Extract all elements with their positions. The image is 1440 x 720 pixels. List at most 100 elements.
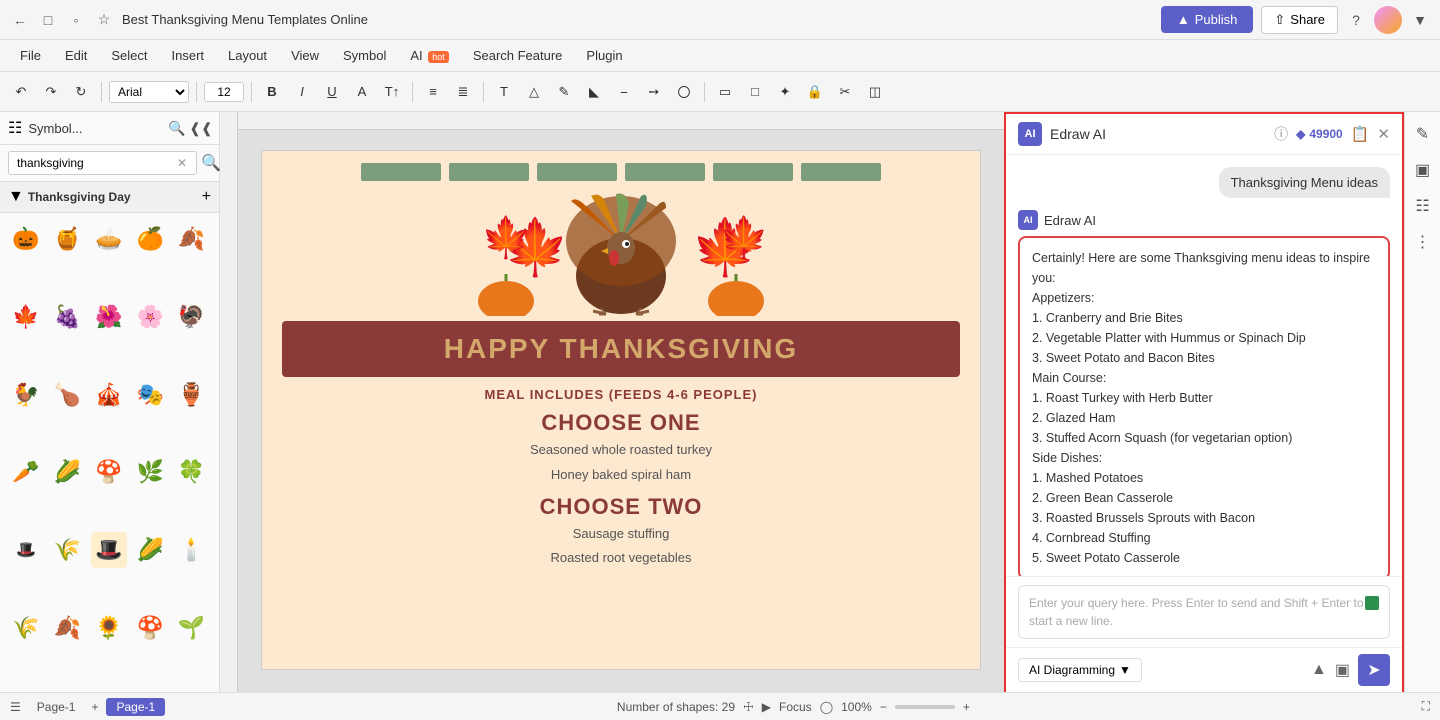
list-item[interactable]: 🥧 (91, 221, 127, 257)
eraser-button[interactable]: △ (521, 79, 547, 105)
menu-plugin[interactable]: Plugin (576, 44, 632, 67)
right-icon-edit[interactable]: ✎ (1409, 120, 1437, 148)
list-item[interactable]: 🍄 (91, 454, 127, 490)
help-circle-icon[interactable]: ⓘ (1274, 124, 1288, 144)
zoom-in-icon[interactable]: + (963, 700, 970, 714)
list-item[interactable]: 🍂 (49, 610, 85, 646)
list-item[interactable]: 🍂 (174, 221, 210, 257)
back-icon[interactable]: ← (10, 10, 30, 30)
list-item[interactable]: 🎩 (8, 532, 44, 568)
table-button[interactable]: ◫ (862, 79, 888, 105)
add-category-icon[interactable]: + (202, 188, 211, 206)
menu-ai[interactable]: AI hot (400, 44, 458, 67)
document-icon[interactable]: □ (38, 10, 58, 30)
align-center-button[interactable]: ≡ (420, 79, 446, 105)
bold-button[interactable]: B (259, 79, 285, 105)
font-size-up-button[interactable]: T↑ (379, 79, 405, 105)
zoom-out-icon[interactable]: − (880, 700, 887, 714)
right-icon-image[interactable]: ▣ (1409, 156, 1437, 184)
external-link-icon[interactable]: ◦ (66, 10, 86, 30)
undo-button[interactable]: ↶ (8, 79, 34, 105)
copy-icon[interactable]: 📋 (1351, 125, 1370, 143)
right-icon-more[interactable]: ⋮ (1409, 228, 1437, 256)
connector-button[interactable]: ◣ (581, 79, 607, 105)
close-icon[interactable]: ✕ (1377, 125, 1390, 143)
redo-button[interactable]: ↷ (38, 79, 64, 105)
menu-file[interactable]: File (10, 44, 51, 67)
list-item[interactable]: 🌻 (91, 610, 127, 646)
list-item[interactable]: 🍇 (49, 299, 85, 335)
ai-input-box[interactable]: Enter your query here. Press Enter to se… (1018, 585, 1390, 639)
menu-edit[interactable]: Edit (55, 44, 97, 67)
shape-button[interactable]: ▭ (712, 79, 738, 105)
share-button[interactable]: ⇧ Share (1261, 6, 1338, 34)
ai-send-button[interactable]: ➤ (1358, 654, 1390, 686)
zoom-slider[interactable] (895, 705, 955, 709)
list-item[interactable]: 🌽 (132, 532, 168, 568)
arrow-button[interactable]: ➙ (641, 79, 667, 105)
search-submit-icon[interactable]: 🔍 (201, 153, 221, 173)
list-item[interactable]: 🌸 (132, 299, 168, 335)
focus-icon[interactable]: ▶ (762, 700, 771, 714)
fullscreen-icon[interactable]: ⛶ (1422, 699, 1430, 714)
add-page-icon[interactable]: + (91, 700, 98, 714)
ai-diagramming-button[interactable]: AI Diagramming ▼ (1018, 658, 1142, 682)
shape2-button[interactable]: □ (742, 79, 768, 105)
page-label[interactable]: Page-1 (29, 698, 84, 716)
menu-select[interactable]: Select (101, 44, 157, 67)
list-item[interactable]: 🏺 (174, 377, 210, 413)
align-button-2[interactable]: ≣ (450, 79, 476, 105)
history-button[interactable]: ↻ (68, 79, 94, 105)
font-family-select[interactable]: Arial (109, 81, 189, 103)
list-item[interactable]: 🌾 (49, 532, 85, 568)
list-item[interactable]: 🌽 (49, 454, 85, 490)
list-item[interactable]: 🌿 (132, 454, 168, 490)
line-button[interactable]: ⎯ (611, 79, 637, 105)
list-item[interactable]: 🍊 (132, 221, 168, 257)
ai-footer-icon-1[interactable]: ▲ (1311, 661, 1327, 679)
list-item[interactable]: 🍯 (49, 221, 85, 257)
list-item[interactable]: 🎪 (91, 377, 127, 413)
sidebar-toggle-icon[interactable]: ☰ (10, 700, 21, 714)
italic-button[interactable]: I (289, 79, 315, 105)
list-item[interactable]: 🥕 (8, 454, 44, 490)
search-icon[interactable]: 🔍 (167, 118, 187, 138)
more-lines-button[interactable]: 〇 (671, 79, 697, 105)
cut-button[interactable]: ✂ (832, 79, 858, 105)
ai-footer-icon-2[interactable]: ▣ (1335, 660, 1350, 680)
list-item[interactable]: 🍁 (8, 299, 44, 335)
font-color-button[interactable]: A (349, 79, 375, 105)
list-item[interactable]: 🌾 (8, 610, 44, 646)
text-button[interactable]: T (491, 79, 517, 105)
right-icon-grid[interactable]: ☷ (1409, 192, 1437, 220)
list-item[interactable]: 🦃 (174, 299, 210, 335)
menu-layout[interactable]: Layout (218, 44, 277, 67)
tools-button[interactable]: ✦ (772, 79, 798, 105)
list-item[interactable]: 🍀 (174, 454, 210, 490)
pen-button[interactable]: ✎ (551, 79, 577, 105)
layers-icon[interactable]: ☩ (743, 700, 754, 714)
list-item[interactable]: 🎩 (91, 532, 127, 568)
font-size-input[interactable] (204, 82, 244, 102)
list-item[interactable]: 🕯️ (174, 532, 210, 568)
canvas-content[interactable]: 🍁 🍁 (238, 130, 1004, 692)
list-item[interactable]: 🎭 (132, 377, 168, 413)
chevron-down-icon[interactable]: ▼ (1410, 10, 1430, 30)
menu-insert[interactable]: Insert (162, 44, 215, 67)
publish-button[interactable]: ▲ Publish (1161, 6, 1254, 33)
collapse-icon[interactable]: ❰❰ (191, 118, 211, 138)
help-icon[interactable]: ? (1346, 10, 1366, 30)
list-item[interactable]: 🍄 (132, 610, 168, 646)
search-input[interactable] (8, 151, 197, 175)
menu-symbol[interactable]: Symbol (333, 44, 396, 67)
list-item[interactable]: 🌺 (91, 299, 127, 335)
list-item[interactable]: 🎃 (8, 221, 44, 257)
star-icon[interactable]: ☆ (94, 10, 114, 30)
list-item[interactable]: 🐓 (8, 377, 44, 413)
page-tab-active[interactable]: Page-1 (106, 698, 165, 716)
menu-view[interactable]: View (281, 44, 329, 67)
list-item[interactable]: 🍗 (49, 377, 85, 413)
menu-search-feature[interactable]: Search Feature (463, 44, 573, 67)
list-item[interactable]: 🌱 (174, 610, 210, 646)
lock-button[interactable]: 🔒 (802, 79, 828, 105)
